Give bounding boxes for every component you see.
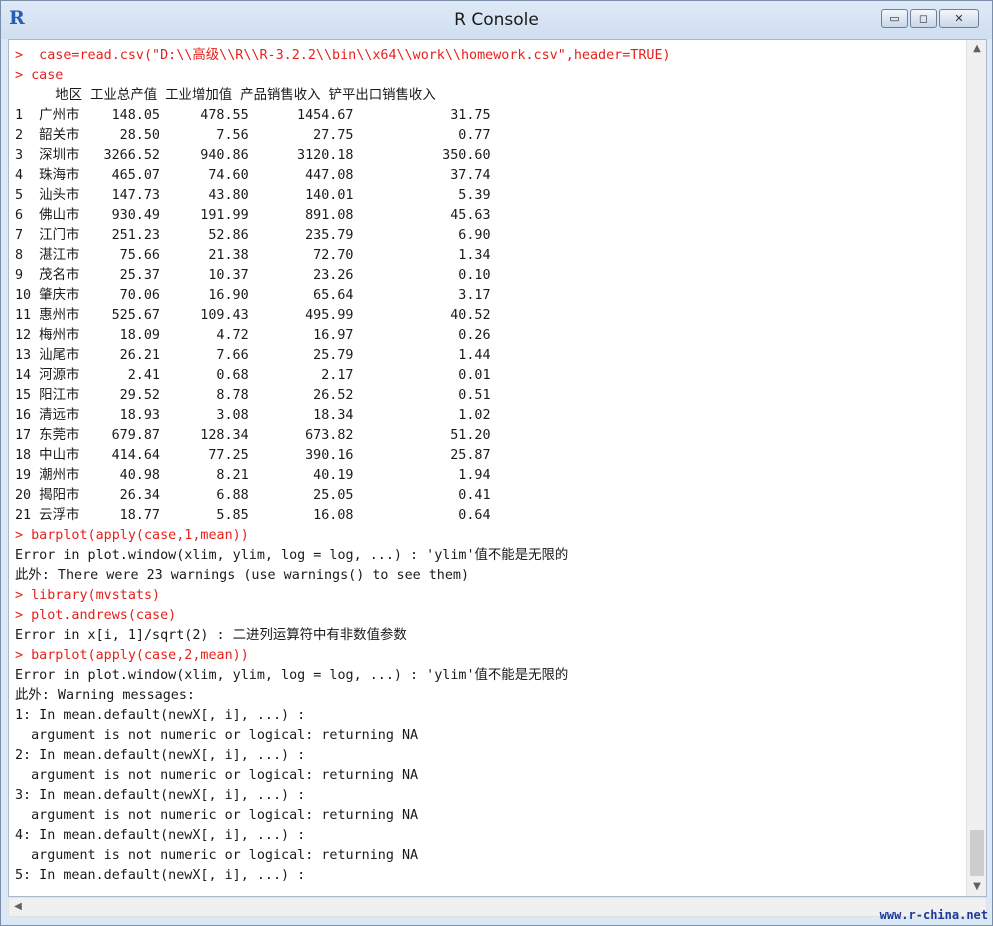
console-line-error: argument is not numeric or logical: retu… [15, 728, 419, 743]
console-line-output: 1 广州市 148.05 478.55 1454.67 31.75 [15, 108, 491, 123]
console-line-input: > plot.andrews(case) [15, 608, 177, 623]
console-line-output: 16 清远市 18.93 3.08 18.34 1.02 [15, 408, 491, 423]
minimize-button[interactable]: ▭ [881, 9, 908, 28]
scroll-down-icon[interactable]: ▼ [967, 878, 986, 896]
console-line-output: 20 揭阳市 26.34 6.88 25.05 0.41 [15, 488, 491, 503]
scroll-up-icon[interactable]: ▲ [967, 40, 986, 58]
console-line-output: 7 江门市 251.23 52.86 235.79 6.90 [15, 228, 491, 243]
console-line-error: 此外: There were 23 warnings (use warnings… [15, 568, 470, 583]
console-line-output: 19 潮州市 40.98 8.21 40.19 1.94 [15, 468, 491, 483]
console-line-output: 6 佛山市 930.49 191.99 891.08 45.63 [15, 208, 491, 223]
r-console-window: R R Console ▭ ◻ ✕ > case=read.csv("D:\\高… [0, 0, 993, 926]
console-line-output: 14 河源市 2.41 0.68 2.17 0.01 [15, 368, 491, 383]
console-line-output: 18 中山市 414.64 77.25 390.16 25.87 [15, 448, 491, 463]
console-line-input: > barplot(apply(case,1,mean)) [15, 528, 249, 543]
window-controls: ▭ ◻ ✕ [879, 9, 979, 28]
console-line-error: 4: In mean.default(newX[, i], ...) : [15, 828, 306, 843]
console-line-error: argument is not numeric or logical: retu… [15, 768, 419, 783]
console-line-output: 地区 工业总产值 工业增加值 产品销售收入 铲平出口销售收入 [15, 88, 436, 103]
console-line-output: 13 汕尾市 26.21 7.66 25.79 1.44 [15, 348, 491, 363]
console-line-output: 4 珠海市 465.07 74.60 447.08 37.74 [15, 168, 491, 183]
console-line-output: 8 湛江市 75.66 21.38 72.70 1.34 [15, 248, 491, 263]
vertical-scrollbar[interactable]: ▲ ▼ [966, 40, 986, 896]
console-line-output: 5 汕头市 147.73 43.80 140.01 5.39 [15, 188, 491, 203]
console-line-error: Error in plot.window(xlim, ylim, log = l… [15, 548, 569, 563]
console-output-area[interactable]: > case=read.csv("D:\\高级\\R\\R-3.2.2\\bin… [8, 39, 987, 897]
scroll-thumb[interactable] [970, 830, 984, 876]
console-line-error: 此外: Warning messages: [15, 688, 195, 703]
maximize-button[interactable]: ◻ [910, 9, 937, 28]
console-line-error: 1: In mean.default(newX[, i], ...) : [15, 708, 306, 723]
close-button[interactable]: ✕ [939, 9, 979, 28]
console-line-error: 5: In mean.default(newX[, i], ...) : [15, 868, 306, 883]
watermark: www.r-china.net [879, 908, 988, 922]
console-line-output: 3 深圳市 3266.52 940.86 3120.18 350.60 [15, 148, 491, 163]
console-line-output: 21 云浮市 18.77 5.85 16.08 0.64 [15, 508, 491, 523]
console-lines: > case=read.csv("D:\\高级\\R\\R-3.2.2\\bin… [15, 46, 965, 886]
console-line-input: > case=read.csv("D:\\高级\\R\\R-3.2.2\\bin… [15, 48, 671, 63]
horizontal-scrollbar[interactable]: ◀ [8, 897, 987, 917]
console-line-output: 17 东莞市 679.87 128.34 673.82 51.20 [15, 428, 491, 443]
console-line-output: 2 韶关市 28.50 7.56 27.75 0.77 [15, 128, 491, 143]
console-line-input: > library(mvstats) [15, 588, 161, 603]
window-title: R Console [454, 10, 539, 30]
console-line-error: Error in x[i, 1]/sqrt(2) : 二进列运算符中有非数值参数 [15, 628, 407, 643]
console-line-error: 3: In mean.default(newX[, i], ...) : [15, 788, 306, 803]
console-line-error: Error in plot.window(xlim, ylim, log = l… [15, 668, 569, 683]
console-line-output: 10 肇庆市 70.06 16.90 65.64 3.17 [15, 288, 491, 303]
console-line-output: 15 阳江市 29.52 8.78 26.52 0.51 [15, 388, 491, 403]
console-line-input: > case [15, 68, 64, 83]
console-line-input: > barplot(apply(case,2,mean)) [15, 648, 249, 663]
scroll-left-icon[interactable]: ◀ [9, 898, 27, 916]
console-line-output: 9 茂名市 25.37 10.37 23.26 0.10 [15, 268, 491, 283]
console-line-output: 11 惠州市 525.67 109.43 495.99 40.52 [15, 308, 491, 323]
title-bar[interactable]: R R Console ▭ ◻ ✕ [1, 1, 992, 39]
console-line-error: 2: In mean.default(newX[, i], ...) : [15, 748, 306, 763]
console-line-output: 12 梅州市 18.09 4.72 16.97 0.26 [15, 328, 491, 343]
console-line-error: argument is not numeric or logical: retu… [15, 808, 419, 823]
console-line-error: argument is not numeric or logical: retu… [15, 848, 419, 863]
